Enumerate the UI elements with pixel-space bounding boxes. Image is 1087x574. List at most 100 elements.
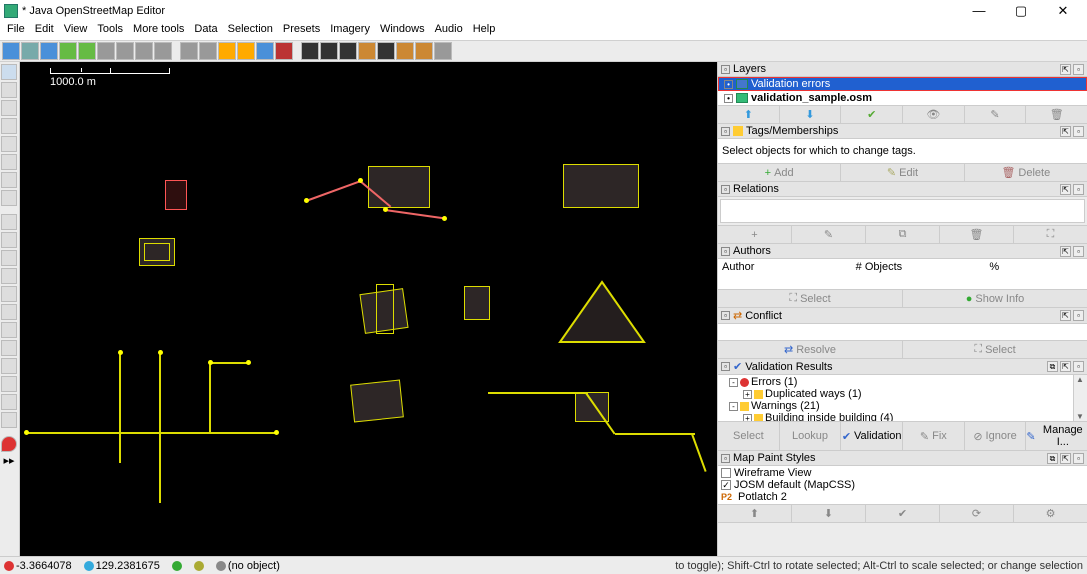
tool-bar3[interactable] — [256, 42, 274, 60]
rel-dup-button[interactable]: ⧉ — [866, 226, 940, 243]
pin-icon[interactable]: ⇱ — [1060, 361, 1071, 372]
tool-prefs[interactable] — [154, 42, 172, 60]
layer-opacity-button[interactable]: ✎ — [965, 106, 1027, 123]
close-panel-icon[interactable]: ▫ — [1073, 310, 1084, 321]
panel-paint-btn[interactable] — [1, 412, 17, 428]
tool-redo[interactable] — [116, 42, 134, 60]
authors-select-button[interactable]: ⛶Select — [718, 290, 903, 307]
tool-info[interactable] — [377, 42, 395, 60]
tool-bar2[interactable] — [237, 42, 255, 60]
panel-conf-btn[interactable] — [1, 340, 17, 356]
col-objects[interactable]: # Objects — [856, 261, 950, 273]
tool-car[interactable] — [301, 42, 319, 60]
paint-reload-button[interactable]: ⟳ — [940, 505, 1014, 522]
close-panel-icon[interactable]: ▫ — [1073, 184, 1084, 195]
minimize-button[interactable]: — — [967, 3, 991, 19]
collapse-icon[interactable]: ▫ — [721, 311, 730, 320]
tool-bus[interactable] — [320, 42, 338, 60]
maximize-button[interactable]: ▢ — [1009, 3, 1033, 19]
menu-imagery[interactable]: Imagery — [327, 22, 373, 40]
tool-shop[interactable] — [415, 42, 433, 60]
expand-icon[interactable]: • — [724, 94, 733, 103]
mode-zoom[interactable] — [1, 118, 17, 134]
authors-info-button[interactable]: ●Show Info — [903, 290, 1087, 307]
tool-building[interactable] — [358, 42, 376, 60]
collapse-icon[interactable]: ▫ — [721, 127, 730, 136]
pin-icon[interactable]: ⇱ — [1060, 453, 1071, 464]
tree-errors-dup[interactable]: +Duplicated ways (1) — [721, 388, 1084, 400]
close-panel-icon[interactable]: ▫ — [1073, 453, 1084, 464]
paint-down-button[interactable]: ⬇ — [792, 505, 866, 522]
menu-presets[interactable]: Presets — [280, 22, 323, 40]
map-canvas[interactable]: 1000.0 m — [20, 62, 717, 556]
mode-play[interactable]: ▸▸ — [1, 454, 17, 470]
undock-icon[interactable]: ⧉ — [1047, 453, 1058, 464]
collapse-icon[interactable]: ▫ — [721, 454, 730, 463]
pin-icon[interactable]: ⇱ — [1060, 310, 1071, 321]
tool-search[interactable] — [135, 42, 153, 60]
delete-tag-button[interactable]: 🗑Delete — [965, 164, 1087, 181]
menu-windows[interactable]: Windows — [377, 22, 428, 40]
col-author[interactable]: Author — [722, 261, 816, 273]
mode-draw[interactable] — [1, 100, 17, 116]
paint-josm-default[interactable]: ✓JOSM default (MapCSS) — [721, 479, 1084, 491]
val-select-button[interactable]: Select — [718, 422, 780, 450]
panel-rel-btn[interactable] — [1, 268, 17, 284]
tool-train[interactable] — [339, 42, 357, 60]
tool-new[interactable] — [2, 42, 20, 60]
panel-filt-btn[interactable] — [1, 376, 17, 392]
collapse-icon[interactable]: ▫ — [721, 247, 730, 256]
validation-tree[interactable]: -Errors (1) +Duplicated ways (1) -Warnin… — [718, 375, 1087, 421]
tree-warnings[interactable]: -Warnings (21) — [721, 400, 1084, 412]
collapse-icon[interactable]: ▫ — [721, 185, 730, 194]
add-tag-button[interactable]: +Add — [718, 164, 841, 181]
panel-sel-btn[interactable] — [1, 250, 17, 266]
close-panel-icon[interactable]: ▫ — [1073, 246, 1084, 257]
tool-open[interactable] — [21, 42, 39, 60]
tool-flag[interactable] — [275, 42, 293, 60]
tool-upload[interactable] — [78, 42, 96, 60]
tool-food[interactable] — [396, 42, 414, 60]
layer-up-button[interactable]: ⬆ — [718, 106, 780, 123]
mode-improve[interactable] — [1, 190, 17, 206]
paint-wireframe[interactable]: Wireframe View — [721, 467, 1084, 479]
edit-tag-button[interactable]: ✎Edit — [841, 164, 964, 181]
paint-up-button[interactable]: ⬆ — [718, 505, 792, 522]
tool-bar1[interactable] — [218, 42, 236, 60]
col-pct[interactable]: % — [989, 261, 1083, 273]
menu-tools[interactable]: Tools — [94, 22, 126, 40]
rel-new-button[interactable]: + — [718, 226, 792, 243]
paint-potlatch[interactable]: P2Potlatch 2 — [721, 491, 1084, 503]
tool-grid1[interactable] — [180, 42, 198, 60]
pin-icon[interactable]: ⇱ — [1060, 126, 1071, 137]
menu-more-tools[interactable]: More tools — [130, 22, 187, 40]
tool-grid2[interactable] — [199, 42, 217, 60]
panel-layers-btn[interactable] — [1, 214, 17, 230]
tool-undo[interactable] — [97, 42, 115, 60]
mode-parallel[interactable] — [1, 172, 17, 188]
tool-save[interactable] — [40, 42, 58, 60]
val-manage-button[interactable]: ✎Manage I... — [1026, 422, 1087, 450]
menu-file[interactable]: File — [4, 22, 28, 40]
rel-sel-button[interactable]: ⛶ — [1014, 226, 1087, 243]
relations-list[interactable] — [720, 199, 1085, 223]
layer-down-button[interactable]: ⬇ — [780, 106, 842, 123]
close-panel-icon[interactable]: ▫ — [1073, 64, 1084, 75]
tool-download[interactable] — [59, 42, 77, 60]
menu-audio[interactable]: Audio — [432, 22, 466, 40]
layer-delete-button[interactable]: 🗑 — [1026, 106, 1087, 123]
close-panel-icon[interactable]: ▫ — [1073, 126, 1084, 137]
panel-tags-btn[interactable] — [1, 232, 17, 248]
close-button[interactable]: ✕ — [1051, 3, 1075, 19]
pin-icon[interactable]: ⇱ — [1060, 246, 1071, 257]
pin-icon[interactable]: ⇱ — [1060, 184, 1071, 195]
tree-scrollbar[interactable] — [1073, 375, 1087, 421]
layer-validation-errors[interactable]: • Validation errors — [718, 77, 1087, 91]
panel-cmd-btn[interactable] — [1, 286, 17, 302]
menu-selection[interactable]: Selection — [225, 22, 276, 40]
pin-icon[interactable]: ⇱ — [1060, 64, 1071, 75]
panel-auth-btn[interactable] — [1, 304, 17, 320]
tree-warn-building[interactable]: +Building inside building (4) — [721, 412, 1084, 421]
mode-delete[interactable] — [1, 136, 17, 152]
panel-cset-btn[interactable] — [1, 394, 17, 410]
